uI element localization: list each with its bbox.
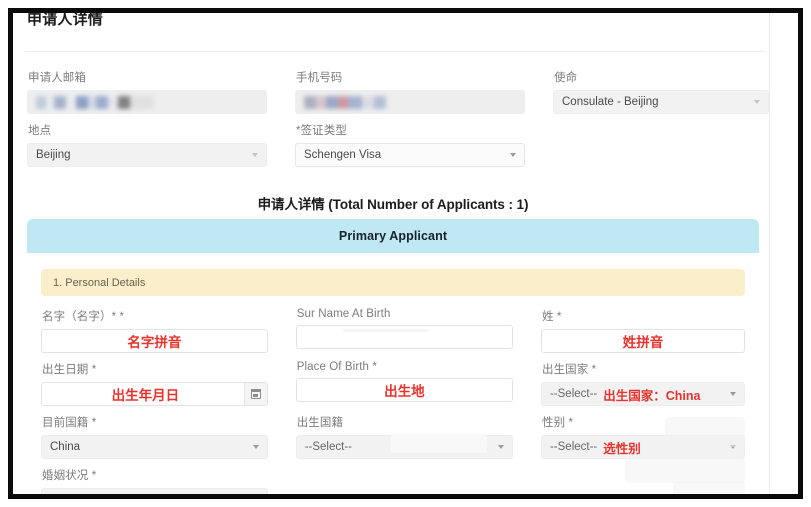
surname-input[interactable]: 姓拼音 <box>540 329 745 353</box>
country-of-birth-value: --Select-- <box>549 388 598 400</box>
calendar-icon[interactable] <box>243 383 267 405</box>
field-label-location: 地点 <box>28 125 52 137</box>
date-of-birth-value: 出生年月日 <box>111 388 180 403</box>
nationality-at-birth-value: --Select-- <box>304 441 352 453</box>
field-place-of-birth: Place Of Birth * 出生地 <box>282 353 527 406</box>
field-visa-type: *签证类型 Schengen Visa <box>281 114 539 167</box>
gender-value: --Select-- <box>549 441 598 453</box>
fields-row-2: 出生日期 * 出生年月日 Place Of Birth * 出生地 出生国家 *… <box>27 353 759 406</box>
artifact-watermark-2 <box>625 457 745 483</box>
applicant-email-input[interactable] <box>27 90 267 114</box>
artifact-smudge-1 <box>343 329 429 332</box>
marital-status-annotation: 选婚姻情况 <box>103 491 166 495</box>
redacted-phone-value <box>304 95 386 109</box>
chevron-down-icon <box>510 153 516 157</box>
surname-value: 姓拼音 <box>622 335 664 350</box>
field-label-phone-number: 手机号码 <box>296 72 343 84</box>
applicants-heading: 申请人详情 (Total Number of Applicants : 1) <box>257 197 529 212</box>
screenshot-frame: 申请人详情 申请人邮箱 手机号码 使命 Consulate - Beijing … <box>8 8 803 499</box>
location-select[interactable]: Beijing <box>27 143 267 167</box>
top-form: 申请人邮箱 手机号码 使命 Consulate - Beijing 地点 Bei… <box>13 61 783 167</box>
marital-status-select[interactable]: --Select-- 选婚姻情况 <box>41 488 268 494</box>
mission-value: Consulate - Beijing <box>562 96 659 108</box>
artifact-watermark-1 <box>665 417 745 447</box>
visa-type-select[interactable]: Schengen Visa <box>295 143 525 167</box>
visa-type-value: Schengen Visa <box>304 149 382 161</box>
country-of-birth-annotation: 出生国家：China <box>603 388 701 403</box>
given-name-value: 名字拼音 <box>127 335 182 350</box>
country-of-birth-select[interactable]: --Select-- 出生国家：China <box>540 382 745 406</box>
field-date-of-birth: 出生日期 * 出生年月日 <box>27 353 282 406</box>
field-surname-at-birth: Sur Name At Birth <box>282 300 527 353</box>
field-given-name: 名字（名字）* * 名字拼音 <box>27 300 282 353</box>
fields-row-4-spacer-b <box>282 459 527 494</box>
chevron-down-icon <box>252 153 258 157</box>
field-country-of-birth: 出生国家 * --Select-- 出生国家：China <box>527 353 759 406</box>
field-label-visa-type: *签证类型 <box>296 125 347 137</box>
chevron-down-icon <box>497 445 504 449</box>
field-mission: 使命 Consulate - Beijing <box>539 61 783 114</box>
field-label-country-of-birth: 出生国家 * <box>541 364 597 376</box>
artifact-smudge-2 <box>391 433 487 453</box>
page-scroll-gutter[interactable] <box>769 13 798 494</box>
field-current-nationality: 目前国籍 * China <box>27 406 282 459</box>
artifact-watermark-3 <box>673 481 745 494</box>
personal-details-section-bar: 1. Personal Details <box>41 269 745 296</box>
current-nationality-value: China <box>50 441 81 453</box>
gender-annotation: 选性别 <box>603 441 641 456</box>
current-nationality-select[interactable]: China <box>41 435 268 459</box>
field-label-date-of-birth: 出生日期 * <box>42 364 97 376</box>
field-phone-number: 手机号码 <box>281 61 539 114</box>
field-label-mission: 使命 <box>554 72 578 84</box>
chevron-down-icon <box>252 445 259 449</box>
field-applicant-email: 申请人邮箱 <box>13 61 281 114</box>
primary-applicant-header: Primary Applicant <box>27 219 759 253</box>
given-name-input[interactable]: 名字拼音 <box>41 329 268 353</box>
field-label-current-nationality: 目前国籍 * <box>42 417 97 429</box>
field-label-place-of-birth: Place Of Birth * <box>296 361 377 373</box>
page-title: 申请人详情 <box>27 13 104 28</box>
fields-row-1: 名字（名字）* * 名字拼音 Sur Name At Birth 姓 * 姓拼音 <box>27 300 759 353</box>
location-value: Beijing <box>36 149 71 161</box>
field-label-nationality-at-birth: 出生国籍 <box>296 417 344 429</box>
field-label-marital-status: 婚姻状况 * <box>42 470 97 482</box>
field-label-given-name: 名字（名字）* * <box>42 311 125 323</box>
field-label-applicant-email: 申请人邮箱 <box>28 72 86 84</box>
field-surname: 姓 * 姓拼音 <box>527 300 759 353</box>
place-of-birth-input[interactable]: 出生地 <box>295 378 513 402</box>
top-form-row-2: 地点 Beijing *签证类型 Schengen Visa <box>13 114 783 167</box>
field-label-surname-at-birth: Sur Name At Birth <box>296 308 391 320</box>
chevron-down-icon <box>730 392 736 396</box>
phone-number-input[interactable] <box>295 90 525 114</box>
field-marital-status: 婚姻状况 * --Select-- 选婚姻情况 <box>27 459 282 494</box>
field-label-surname: 姓 * <box>541 311 562 323</box>
top-form-spacer <box>539 114 783 167</box>
application-form-page: 申请人详情 申请人邮箱 手机号码 使命 Consulate - Beijing … <box>13 13 798 494</box>
top-form-row-1: 申请人邮箱 手机号码 使命 Consulate - Beijing <box>13 61 783 114</box>
title-divider <box>25 51 765 52</box>
place-of-birth-value: 出生地 <box>384 384 425 399</box>
mission-select[interactable]: Consulate - Beijing <box>553 90 769 114</box>
chevron-down-icon <box>754 100 760 104</box>
field-location: 地点 Beijing <box>13 114 281 167</box>
date-of-birth-input[interactable]: 出生年月日 <box>41 382 268 406</box>
redacted-email-value <box>36 95 154 109</box>
